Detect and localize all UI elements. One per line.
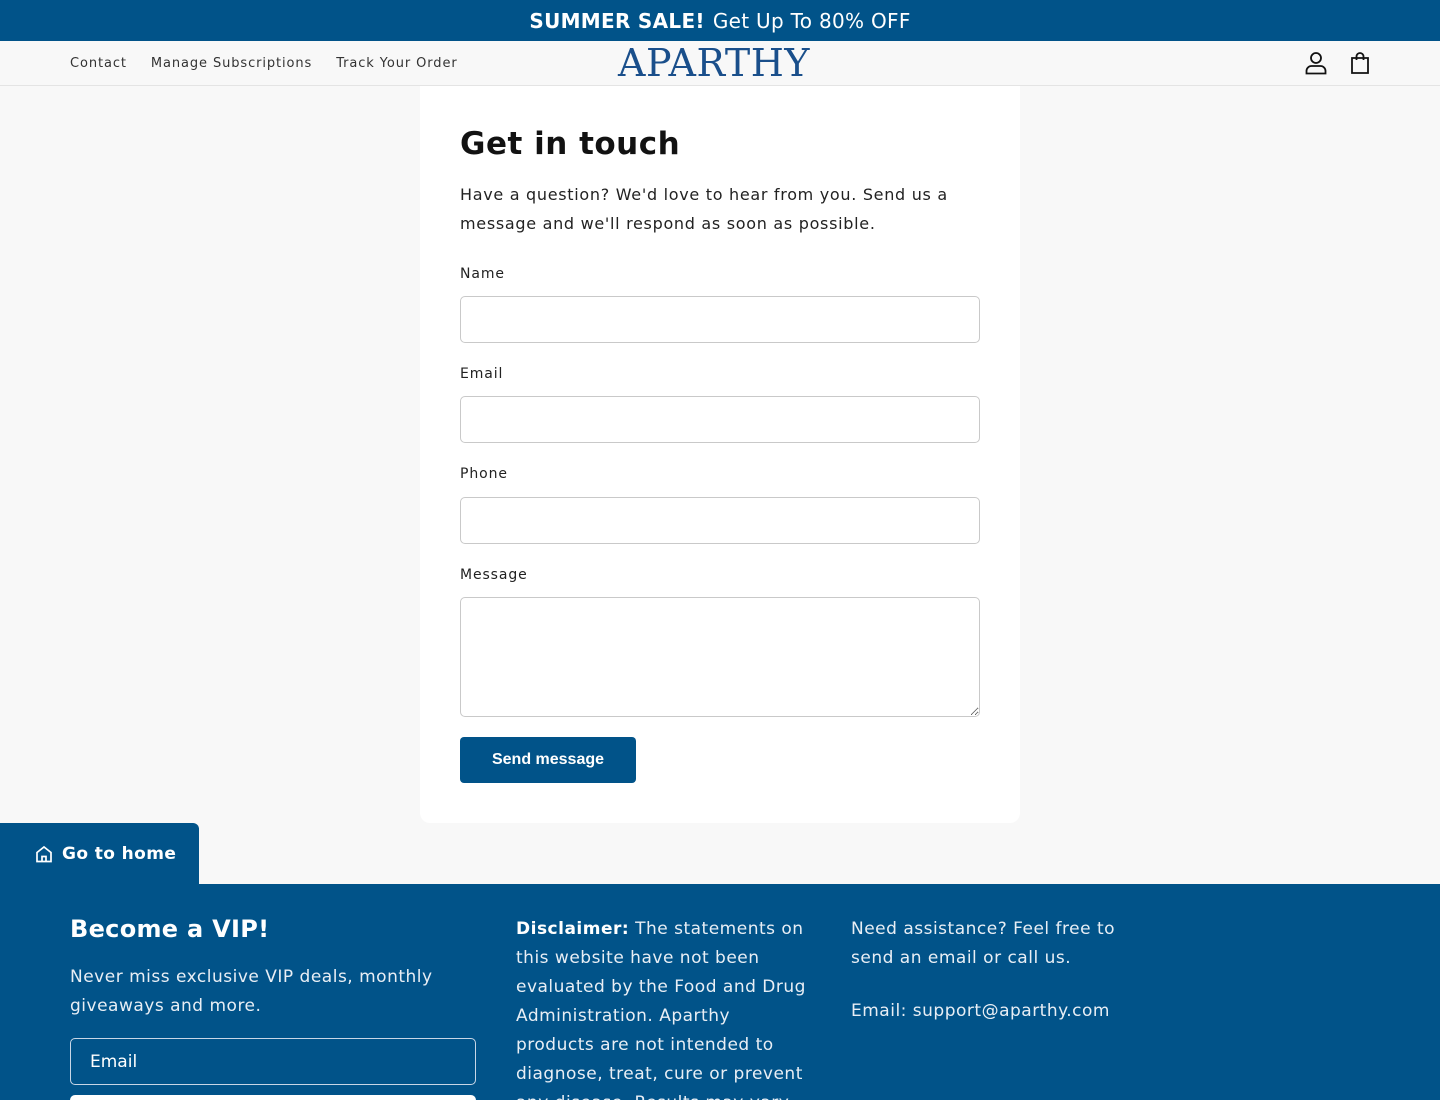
email-label: Email <box>460 366 504 382</box>
vip-email-field[interactable] <box>70 1038 476 1085</box>
send-message-button[interactable]: Send message <box>460 737 636 783</box>
contact-intro: Have a question? We'd love to hear from … <box>460 185 948 233</box>
nav-track-order[interactable]: Track Your Order <box>336 56 457 71</box>
vip-title: Become a VIP! <box>70 915 270 943</box>
site-footer: Become a VIP! Never miss exclusive VIP d… <box>0 884 1440 1100</box>
account-icon[interactable] <box>1303 50 1329 76</box>
announcement-bar: SUMMER SALE! Get Up To 80% OFF <box>0 0 1440 41</box>
vip-subscribe-button[interactable] <box>70 1095 476 1100</box>
cart-icon[interactable] <box>1347 50 1373 76</box>
go-to-home-button[interactable]: Go to home <box>0 823 199 884</box>
name-field[interactable] <box>460 296 980 343</box>
header-nav: Contact Manage Subscriptions Track Your … <box>70 41 482 85</box>
vip-text: Never miss exclusive VIP deals, monthly … <box>70 967 433 1016</box>
name-label: Name <box>460 266 505 282</box>
contact-card: Get in touch Have a question? We'd love … <box>420 86 1020 823</box>
announcement-bold: SUMMER SALE! <box>529 8 705 33</box>
nav-manage-subscriptions[interactable]: Manage Subscriptions <box>151 56 312 71</box>
support-email[interactable]: Email: support@aparthy.com <box>851 1001 1110 1021</box>
announcement-text: Get Up To 80% OFF <box>712 8 911 33</box>
message-field[interactable] <box>460 597 980 717</box>
nav-contact[interactable]: Contact <box>70 56 127 71</box>
home-icon <box>36 845 52 862</box>
page-title: Get in touch <box>460 126 681 162</box>
site-logo[interactable]: APARTHY <box>618 43 810 83</box>
disclaimer-heading: Disclaimer: <box>516 919 630 939</box>
phone-label: Phone <box>460 466 508 482</box>
email-field[interactable] <box>460 396 980 443</box>
disclaimer-text: Disclaimer: The statements on this websi… <box>516 915 811 1100</box>
go-to-home-label: Go to home <box>62 843 177 864</box>
disclaimer-body: The statements on this website have not … <box>516 919 806 1100</box>
assistance-text: Need assistance? Feel free to send an em… <box>851 919 1116 968</box>
phone-field[interactable] <box>460 497 980 544</box>
site-header: Contact Manage Subscriptions Track Your … <box>0 41 1440 86</box>
message-label: Message <box>460 567 528 583</box>
